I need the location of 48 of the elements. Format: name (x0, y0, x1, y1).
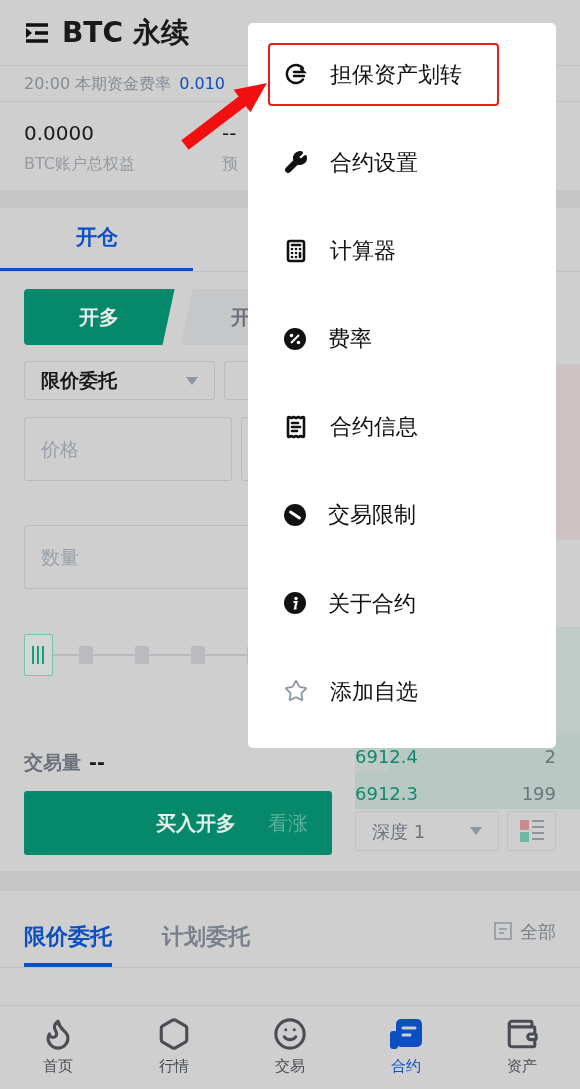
stat-value: -- (222, 120, 238, 147)
layout-button[interactable] (507, 811, 556, 851)
info-icon (284, 592, 306, 615)
list-icon (494, 922, 512, 940)
nav-item[interactable]: 合约 (348, 1006, 464, 1089)
order-tab[interactable]: 限价委托 (24, 919, 112, 967)
wrench-icon (284, 150, 308, 175)
ban-icon (284, 503, 306, 526)
bid-amount: 199 (521, 785, 556, 803)
layout-icon (519, 819, 544, 843)
bid-amount: 2 (544, 748, 556, 766)
nav-item[interactable]: 首页 (0, 1006, 116, 1089)
menu-item[interactable]: 担保资产划转 (268, 43, 499, 106)
receipt-icon (284, 414, 308, 439)
calculator-icon (284, 238, 308, 263)
stat-label: BTC账户总权益 (24, 153, 136, 175)
grip-icon (32, 645, 44, 665)
buy-button[interactable]: 买入开多 看涨 (24, 790, 332, 855)
nav-item[interactable]: 行情 (116, 1006, 232, 1089)
percent-icon (284, 327, 306, 350)
caret-icon (185, 376, 198, 385)
depth-dropdown[interactable]: 深度 1 (355, 811, 499, 851)
star-icon (284, 679, 308, 704)
funding-rate: 0.010 (179, 72, 225, 95)
tab[interactable]: 开仓 (0, 208, 193, 271)
document-icon (388, 1017, 424, 1052)
bid-price: 6912.4 (355, 748, 418, 766)
funding-label: 20:00 本期资金费率 (24, 72, 172, 95)
stat-value: 0.0000 (24, 120, 95, 147)
menu-item[interactable]: 合约信息 (268, 395, 499, 459)
nav-item[interactable]: 资产 (464, 1006, 580, 1089)
menu-item[interactable]: 添加自选 (268, 659, 499, 723)
volume-value: -- (89, 750, 105, 775)
menu-icon[interactable] (24, 21, 50, 44)
menu-item[interactable]: 计算器 (268, 219, 499, 282)
smile-icon (273, 1017, 307, 1052)
menu-item[interactable]: 合约设置 (268, 131, 499, 194)
volume-label: 交易量 (24, 750, 81, 775)
page-title: BTC 永续 (62, 14, 189, 51)
caret-icon (470, 827, 482, 835)
nav-item[interactable]: 交易 (232, 1006, 348, 1089)
order-type-dropdown[interactable]: 限价委托 (24, 361, 215, 400)
menu-item[interactable]: 费率 (268, 307, 499, 370)
stat-label: 预 (222, 153, 238, 175)
slider-thumb[interactable] (23, 634, 53, 676)
transfer-icon (284, 62, 308, 87)
side-toggle[interactable]: 开多 (24, 289, 175, 345)
bid-price: 6912.3 (355, 785, 418, 803)
